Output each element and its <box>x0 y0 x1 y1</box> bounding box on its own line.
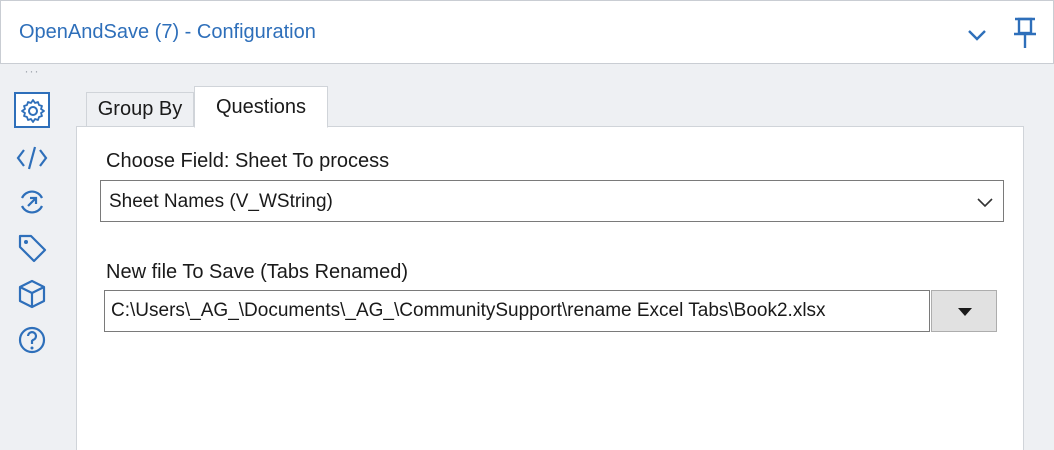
sheet-field-select[interactable]: Sheet Names (V_WString) <box>100 180 1004 222</box>
window-title: OpenAndSave (7) - Configuration <box>19 21 316 43</box>
code-icon[interactable] <box>14 140 50 176</box>
tag-icon[interactable] <box>14 230 50 266</box>
config-header: OpenAndSave (7) - Configuration <box>0 0 1054 64</box>
questions-panel <box>76 126 1024 450</box>
tab-group-by[interactable]: Group By <box>86 92 194 126</box>
gear-icon[interactable] <box>14 92 50 128</box>
choose-field-label: Choose Field: Sheet To process <box>106 150 390 172</box>
browse-dropdown-button[interactable] <box>931 290 997 332</box>
connection-progress-icon[interactable] <box>14 184 50 220</box>
new-file-label: New file To Save (Tabs Renamed) <box>106 261 408 283</box>
file-path-input[interactable]: C:\Users\_AG_\Documents\_AG_\CommunitySu… <box>104 290 930 332</box>
chevron-down-icon[interactable] <box>965 23 989 47</box>
tab-questions[interactable]: Questions <box>194 86 328 128</box>
sheet-field-value: Sheet Names (V_WString) <box>109 191 333 212</box>
pin-icon[interactable] <box>1011 15 1039 51</box>
more-options-icon[interactable]: ··· <box>20 64 44 84</box>
chevron-down-icon <box>975 192 995 212</box>
caret-down-icon <box>958 308 972 316</box>
help-icon[interactable] <box>14 322 50 358</box>
cube-icon[interactable] <box>14 276 50 312</box>
